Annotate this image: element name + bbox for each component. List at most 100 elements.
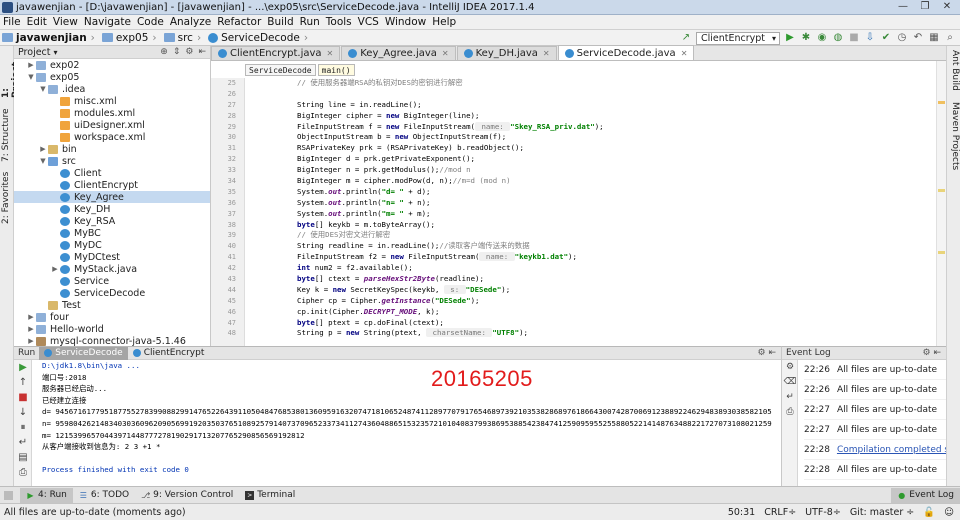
tool-tab-todo[interactable]: ☰ 6: TODO <box>73 488 135 503</box>
side-tab-favorites[interactable]: 2: Favorites <box>1 168 13 224</box>
history-icon[interactable]: ◷ <box>896 32 908 44</box>
settings-gear-icon[interactable]: ⚙ <box>185 47 193 57</box>
code-line[interactable] <box>297 89 937 100</box>
code-line[interactable]: Key k = new SecretKeySpec(keykb, s: "DES… <box>297 284 937 296</box>
menu-build[interactable]: Build <box>264 16 296 28</box>
menu-refactor[interactable]: Refactor <box>214 16 264 28</box>
code-line[interactable]: System.out.println("m= " + m); <box>297 209 937 220</box>
tree-item[interactable]: ClientEncrypt <box>14 179 210 191</box>
code-crumb-method[interactable]: main() <box>317 64 355 76</box>
run-icon[interactable]: ▶ <box>784 32 796 44</box>
tree-item[interactable]: ▶ four <box>14 311 210 323</box>
tree-item[interactable]: MyDCtest <box>14 251 210 263</box>
stop-icon[interactable]: ■ <box>848 32 860 44</box>
inspector-icon[interactable]: ☺ <box>944 507 954 518</box>
menu-edit[interactable]: Edit <box>24 16 50 28</box>
tree-item[interactable]: Client <box>14 167 210 179</box>
arrow-down-icon[interactable]: ↓ <box>14 405 32 420</box>
code-line[interactable]: System.out.println("n= " + n); <box>297 198 937 209</box>
caret-position[interactable]: 50:31 <box>728 507 755 518</box>
menu-window[interactable]: Window <box>382 16 429 28</box>
code-crumb-class[interactable]: ServiceDecode <box>245 64 316 76</box>
minimize-button[interactable]: — <box>892 0 914 14</box>
coverage-icon[interactable]: ◉ <box>816 32 828 44</box>
code-line[interactable]: // 使用DES对密文进行解密 <box>297 230 937 241</box>
stop-icon[interactable]: ■ <box>14 390 32 405</box>
tree-item[interactable]: ▶ MyStack.java <box>14 263 210 275</box>
editor-tab[interactable]: Key_DH.java ✕ <box>456 46 557 60</box>
nav-crumb-class[interactable]: ServiceDecode › <box>206 32 313 44</box>
tree-item[interactable]: ▶ bin <box>14 143 210 155</box>
side-tab-ant-build[interactable]: Ant Build <box>948 50 960 94</box>
close-icon[interactable]: ✕ <box>327 49 334 58</box>
clear-icon[interactable]: ⌫ <box>782 375 798 390</box>
close-window-button[interactable]: ✕ <box>936 0 958 14</box>
editor-tab[interactable]: ServiceDecode.java ✕ <box>557 45 695 60</box>
tree-item[interactable]: Test <box>14 299 210 311</box>
expanded-arrow-icon[interactable]: ▼ <box>26 73 36 81</box>
console-output[interactable]: D:\jdk1.8\bin\java ... 端口号:2018 服务器已经启动...… <box>42 360 772 476</box>
tree-item[interactable]: ▼ src <box>14 155 210 167</box>
menu-analyze[interactable]: Analyze <box>167 16 214 28</box>
code-line[interactable]: String readline = in.readLine();//读取客户端传… <box>297 241 937 252</box>
settings-gear-icon[interactable]: ⚙ ⇤ <box>923 348 946 358</box>
editor-tab[interactable]: ClientEncrypt.java ✕ <box>211 46 341 60</box>
menu-help[interactable]: Help <box>429 16 459 28</box>
collapsed-arrow-icon[interactable]: ▶ <box>26 61 36 69</box>
soft-wrap-icon[interactable]: ↵ <box>782 390 798 405</box>
code-line[interactable]: // 使用服务器端RSA的私钥对DES的密钥进行解密 <box>297 78 937 89</box>
code-content[interactable]: // 使用服务器端RSA的私钥对DES的密钥进行解密 String line = … <box>297 78 937 339</box>
nav-crumb-module[interactable]: exp05 › <box>100 32 162 44</box>
collapsed-arrow-icon[interactable]: ▶ <box>26 337 36 345</box>
side-tab-structure[interactable]: 7: Structure <box>1 106 13 163</box>
settings-gear-icon[interactable]: ⚙ ⇤ <box>758 348 781 358</box>
tree-item[interactable]: workspace.xml <box>14 131 210 143</box>
rerun-icon[interactable]: ▶ <box>14 360 32 375</box>
tree-item[interactable]: Key_DH <box>14 203 210 215</box>
tool-tab-version-control[interactable]: ⎇ 9: Version Control <box>135 488 239 503</box>
tool-tab-terminal[interactable]: > Terminal <box>239 488 301 503</box>
search-icon[interactable]: ⌕ <box>944 32 956 44</box>
nav-crumb-src[interactable]: src › <box>162 32 207 44</box>
pause-icon[interactable]: ⏸ <box>14 420 32 435</box>
code-line[interactable]: byte[] keykb = m.toByteArray(); <box>297 220 937 231</box>
collapsed-arrow-icon[interactable]: ▶ <box>38 145 48 153</box>
tree-item[interactable]: ▼ .idea <box>14 83 210 95</box>
arrow-icon[interactable]: ↗ <box>680 32 692 44</box>
settings-gear-icon[interactable]: ⚙ <box>782 360 798 375</box>
code-line[interactable]: byte[] ptext = cp.doFinal(ctext); <box>297 318 937 329</box>
editor-tab[interactable]: Key_Agree.java ✕ <box>341 46 456 60</box>
code-line[interactable]: BigInteger m = cipher.modPow(d, n);//m=d… <box>297 176 937 187</box>
collapsed-arrow-icon[interactable]: ▶ <box>26 313 36 321</box>
project-panel-title[interactable]: Project <box>18 47 51 58</box>
chevron-down-icon[interactable]: ▾ <box>54 48 58 57</box>
file-encoding[interactable]: UTF-8÷ <box>805 507 841 518</box>
line-separator[interactable]: CRLF÷ <box>764 507 796 518</box>
tool-tab-event-log[interactable]: ● Event Log <box>891 487 960 503</box>
maximize-button[interactable]: ❐ <box>914 0 936 14</box>
project-structure-icon[interactable]: ▦ <box>928 32 940 44</box>
collapsed-arrow-icon[interactable]: ▶ <box>50 265 60 273</box>
revert-icon[interactable]: ↶ <box>912 32 924 44</box>
code-line[interactable]: BigInteger n = prk.getModulus();//mod n <box>297 165 937 176</box>
run-tab[interactable]: ServiceDecode <box>39 346 128 360</box>
code-line[interactable]: String p = new String(ptext, charsetName… <box>297 328 937 339</box>
code-line[interactable]: System.out.println("d= " + d); <box>297 187 937 198</box>
close-icon[interactable]: ✕ <box>442 49 449 58</box>
code-line[interactable]: RSAPrivateKey prk = (RSAPrivateKey) b.re… <box>297 143 937 154</box>
event-link[interactable]: Compilation completed successfully <box>837 445 946 455</box>
menu-run[interactable]: Run <box>297 16 323 28</box>
tree-item[interactable]: ▶ Hello-world <box>14 323 210 335</box>
tree-item[interactable]: ▼ exp05 <box>14 71 210 83</box>
code-line[interactable]: cp.init(Cipher.DECRYPT_MODE, k); <box>297 307 937 318</box>
tree-item[interactable]: Key_RSA <box>14 215 210 227</box>
tree-item[interactable]: ServiceDecode <box>14 287 210 299</box>
lock-icon[interactable]: 🔓 <box>923 507 935 518</box>
tree-item[interactable]: misc.xml <box>14 95 210 107</box>
run-configuration-select[interactable]: ClientEncrypt <box>695 31 780 45</box>
debug-icon[interactable]: ✱ <box>800 32 812 44</box>
tool-tab-run[interactable]: ▶ 4: Run <box>20 487 73 503</box>
side-tab-maven-projects[interactable]: Maven Projects <box>948 102 960 176</box>
nav-crumb-project[interactable]: javawenjian › <box>0 32 100 44</box>
vcs-update-icon[interactable]: ⇩ <box>864 32 876 44</box>
